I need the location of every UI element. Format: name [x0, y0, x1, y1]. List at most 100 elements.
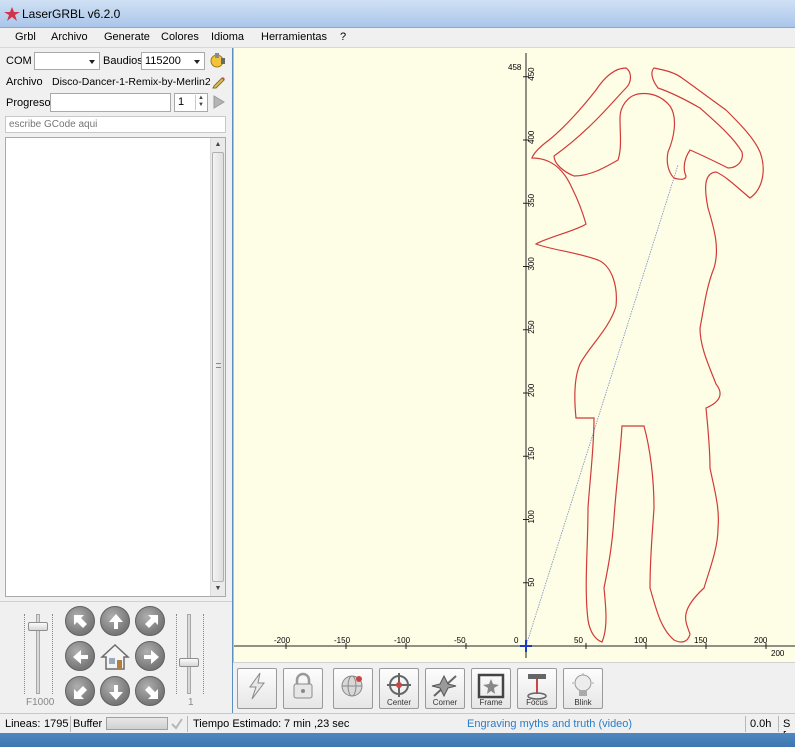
arrow-down-right-icon	[145, 686, 158, 699]
menu-idioma[interactable]: Idioma	[211, 31, 244, 43]
window-title: LaserGRBL v6.2.0	[22, 7, 121, 21]
tool-caption: Corner	[432, 698, 458, 707]
feed-ticks	[24, 614, 28, 694]
chevron-down-icon	[194, 60, 200, 64]
jog-up-right-button[interactable]	[135, 606, 165, 636]
scroll-thumb[interactable]	[212, 152, 224, 582]
time-label: Tiempo Estimado:	[193, 718, 282, 730]
x-tick-label: 150	[694, 636, 708, 645]
origin-marker-icon	[520, 640, 532, 652]
scroll-up-icon[interactable]: ▲	[211, 138, 225, 152]
reset-button[interactable]	[237, 668, 277, 709]
jog-down-left-button[interactable]	[65, 676, 95, 706]
crosshair-icon	[387, 673, 411, 697]
feed-slider-thumb[interactable]	[28, 622, 48, 631]
baud-label: Baudios	[103, 55, 143, 67]
menu-colores[interactable]: Colores	[161, 31, 199, 43]
step-slider-track[interactable]	[187, 614, 191, 694]
help-link[interactable]: Engraving myths and truth (video)	[467, 718, 632, 730]
home-icon[interactable]	[100, 643, 130, 671]
play-icon[interactable]	[212, 95, 225, 109]
baud-select[interactable]: 115200	[141, 52, 205, 70]
menu-archivo[interactable]: Archivo	[51, 31, 88, 43]
lines-value: 1795	[44, 718, 69, 730]
feed-label: F1000	[26, 697, 55, 708]
menu-generate[interactable]: Generate	[104, 31, 150, 43]
chevron-down-icon	[89, 60, 95, 64]
console-scrollbar[interactable]: ▲ ▼	[210, 138, 225, 596]
jog-up-button[interactable]	[100, 606, 130, 636]
bulb-icon	[572, 673, 594, 696]
menu-herramientas[interactable]: Herramientas	[261, 31, 327, 43]
y-tick-label: 250	[527, 320, 536, 334]
jog-panel: F1000 1	[0, 601, 232, 713]
jog-up-left-button[interactable]	[65, 606, 95, 636]
jog-left-button[interactable]	[65, 641, 95, 671]
baud-value: 115200	[145, 55, 181, 67]
focus-beam-icon	[527, 674, 547, 700]
frame-icon	[477, 673, 505, 699]
title-bar: LaserGRBL v6.2.0	[0, 0, 795, 28]
gcode-input[interactable]	[5, 116, 226, 133]
blink-button[interactable]: Blink	[563, 668, 603, 709]
frame-button[interactable]: Frame	[471, 668, 511, 709]
time-value: 7 min ,23 sec	[284, 718, 350, 730]
lines-label: Lineas:	[5, 718, 41, 730]
arrow-right-icon	[144, 650, 159, 664]
com-label: COM	[6, 55, 32, 67]
x-tick-label: 50	[574, 636, 583, 645]
left-panel: COM Baudios 115200 Archivo Disco-Dancer-…	[0, 48, 232, 713]
x-edge-label: 200	[771, 649, 785, 658]
scroll-down-icon[interactable]: ▼	[211, 582, 225, 596]
y-tick-label: 200	[527, 383, 536, 397]
passes-value: 1	[178, 96, 185, 108]
jog-down-button[interactable]	[100, 676, 130, 706]
dancer-outline	[531, 67, 764, 643]
step-label: 1	[188, 697, 194, 708]
tool-caption: Focus	[526, 698, 548, 707]
y-tick-group: 50 100 150 200 250 300 350 400 450	[523, 67, 536, 587]
tool-caption: Center	[386, 698, 411, 707]
tool-caption: Blink	[574, 698, 592, 707]
console-log[interactable]: ▲ ▼	[5, 137, 226, 597]
elapsed-value: 0.0h	[750, 718, 772, 730]
y-tick-label: 300	[527, 257, 536, 271]
travel-path	[525, 164, 679, 647]
com-select[interactable]	[34, 52, 100, 70]
menu-grbl[interactable]: Grbl	[15, 31, 36, 43]
jog-right-button[interactable]	[135, 641, 165, 671]
step-ticks	[176, 614, 180, 694]
preview-canvas[interactable]: -200 -150 -100 -50 0 50 100 150 200 50 100 150 200 2…	[233, 48, 795, 662]
step-slider-thumb[interactable]	[179, 658, 199, 667]
buffer-label: Buffer	[73, 718, 103, 730]
feed-ticks	[52, 614, 56, 694]
corner-button[interactable]: Corner	[425, 668, 465, 709]
stepper-arrows-icon[interactable]: ▲ ▼	[195, 95, 206, 110]
x-tick-label: 100	[634, 636, 648, 645]
unlock-button[interactable]	[283, 668, 323, 709]
passes-stepper[interactable]: 1 ▲ ▼	[174, 93, 208, 112]
separator	[70, 716, 71, 732]
y-tick-label: 400	[527, 130, 536, 144]
file-name: Disco-Dancer-1-Remix-by-Merlin2525.	[52, 76, 210, 88]
origin-button[interactable]	[333, 668, 373, 709]
y-tick-label: 50	[527, 577, 536, 586]
focus-button[interactable]: Focus	[517, 668, 557, 709]
file-label: Archivo	[6, 76, 43, 88]
arrow-down-icon	[109, 685, 123, 700]
menu-bar: Grbl Archivo Generate Colores Idioma Her…	[0, 28, 795, 48]
center-button[interactable]: Center	[379, 668, 419, 709]
progress-label: Progreso	[6, 97, 51, 109]
pencil-icon[interactable]	[211, 74, 226, 89]
corner-laser-icon	[431, 674, 457, 698]
x-tick-label: -150	[334, 636, 351, 645]
status-bar: Lineas: 1795 Buffer Tiempo Estimado: 7 m…	[0, 713, 795, 742]
x-tick-label: -200	[274, 636, 291, 645]
taskbar-strip	[0, 733, 795, 747]
jog-down-right-button[interactable]	[135, 676, 165, 706]
connect-plug-icon[interactable]	[208, 52, 226, 70]
x-tick-label: 0	[514, 636, 519, 645]
menu-help[interactable]: ?	[340, 31, 346, 43]
y-tick-label: 350	[527, 193, 536, 207]
progress-bar	[50, 93, 171, 112]
